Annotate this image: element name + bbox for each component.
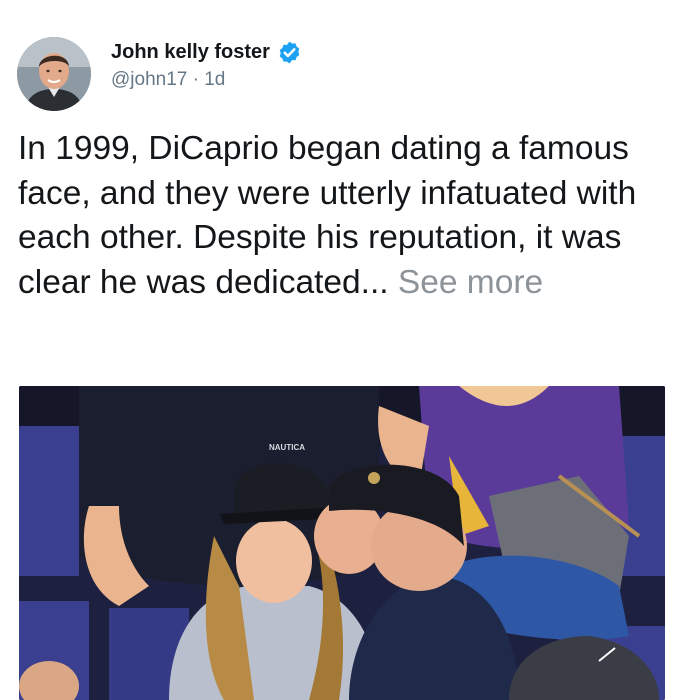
verified-badge-icon <box>277 40 302 65</box>
media-photo: NAUTICA <box>19 386 665 700</box>
tweet-timestamp[interactable]: 1d <box>204 69 225 90</box>
author-display-name[interactable]: John kelly foster <box>111 41 270 64</box>
author-info: John kelly foster @john17 · 1d <box>111 37 302 91</box>
see-more-link[interactable]: See more <box>398 264 543 301</box>
name-row: John kelly foster <box>111 37 302 67</box>
tweet-card: John kelly foster @john17 · 1d In 1999, … <box>0 0 700 700</box>
meta-row: @john17 · 1d <box>111 69 302 91</box>
tweet-media-image[interactable]: NAUTICA <box>19 386 665 700</box>
author-handle[interactable]: @john17 <box>111 69 187 90</box>
shirt-logo-text: NAUTICA <box>269 443 305 452</box>
meta-separator: · <box>192 69 199 90</box>
tweet-text: In 1999, DiCaprio began dating a famous … <box>18 130 637 301</box>
tweet-body: In 1999, DiCaprio began dating a famous … <box>18 127 682 305</box>
author-avatar[interactable] <box>17 37 91 111</box>
shirt-logo: NAUTICA <box>269 443 305 452</box>
avatar-photo <box>17 37 91 111</box>
